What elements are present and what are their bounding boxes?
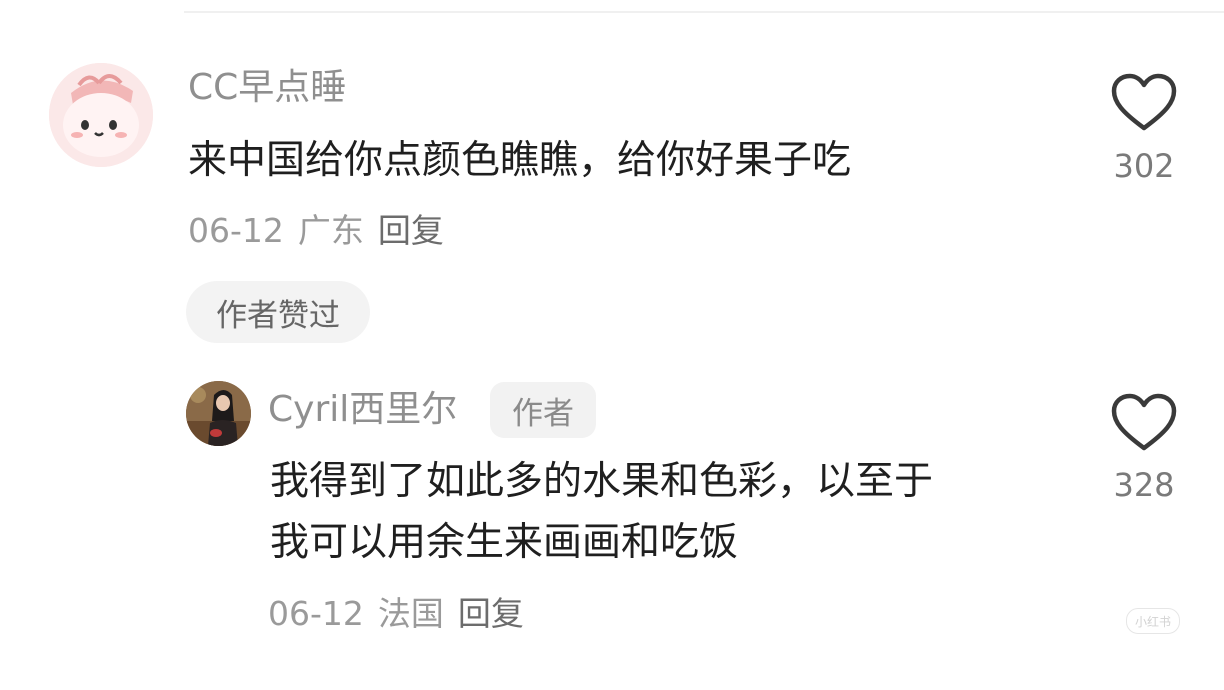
heart-icon [1111,393,1177,451]
reply-text-line-1: 我得到了如此多的水果和色彩，以至于 [270,459,934,504]
comment-like-count: 302 [1113,147,1175,185]
reply-like-button[interactable] [1108,392,1180,454]
reply-text-line-2: 我可以用余生来画画和吃饭 [270,520,739,565]
replier-username[interactable]: Cyril西里尔 [268,392,457,428]
reply-location: 法国 [377,594,444,633]
reply-meta: 06-12 法国 回复 [268,597,538,630]
commenter-avatar[interactable] [49,63,153,167]
reply-like-count: 328 [1113,466,1175,504]
person-photo-avatar-icon [186,381,251,446]
comment-meta: 06-12 广东 回复 [188,214,458,247]
replier-avatar[interactable] [186,381,251,446]
comment-date: 06-12 [188,211,284,250]
commenter-username[interactable]: CC早点睡 [188,70,346,106]
watermark: 小红书 [1126,608,1180,634]
pink-blob-avatar-icon [49,63,153,167]
author-liked-badge: 作者赞过 [186,281,370,343]
reply-date: 06-12 [268,594,364,633]
reply-reply-button[interactable]: 回复 [458,594,524,633]
comment-reply-button[interactable]: 回复 [378,211,444,250]
comment-like-button[interactable] [1108,72,1180,134]
author-tag: 作者 [490,382,596,438]
comment-location: 广东 [297,211,364,250]
comment-text: 来中国给你点颜色瞧瞧，给你好果子吃 [188,138,852,183]
top-divider [184,11,1224,13]
heart-icon [1111,73,1177,131]
